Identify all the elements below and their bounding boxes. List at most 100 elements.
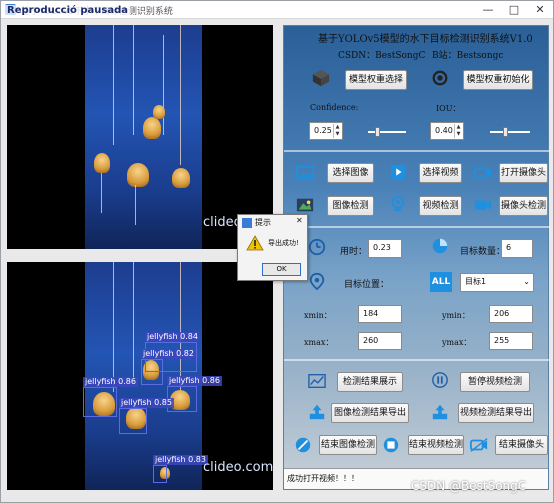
jellyfish-image <box>172 168 190 188</box>
playback-overlay-label: Reproducció pausada <box>5 5 130 16</box>
detection-label: jellyfish 0.83 <box>153 455 208 465</box>
settings-icon <box>432 70 448 86</box>
count-label: 目标数量： <box>460 247 506 257</box>
ymin-label: ymin： <box>442 311 470 320</box>
slider-handle[interactable] <box>374 127 380 137</box>
ymax-label: ymax： <box>442 338 472 347</box>
video-file-icon <box>390 164 406 180</box>
export-image-results-button[interactable]: 图像检测结果导出 <box>331 403 409 423</box>
title-bar[interactable]: 基于YOLOv5下水下目标检测识别系统 — □ ✕ Reproducció pa… <box>1 1 553 19</box>
warning-icon <box>246 235 264 251</box>
maximize-button[interactable]: □ <box>501 1 527 19</box>
xmax-field[interactable]: 260 <box>358 332 402 350</box>
slider-handle[interactable] <box>503 127 508 137</box>
confidence-spinbox[interactable]: 0.25 ▲ ▼ <box>309 122 343 140</box>
target-select[interactable]: 目标1 ⌄ <box>460 273 534 292</box>
camera-detect-button[interactable]: 摄像头检测 <box>499 196 548 216</box>
ok-button[interactable]: OK <box>262 263 301 276</box>
stop-image-icon <box>295 437 311 453</box>
dialog-title: 提示 <box>255 218 271 227</box>
message-dialog: 提示 ✕ 导出成功! OK <box>237 214 308 281</box>
control-panel: 基于YOLOv5模型的水下目标检测识别系统V1.0 CSDN：BestSongC… <box>283 25 550 490</box>
upload-icon <box>432 404 448 420</box>
count-field[interactable]: 6 <box>501 239 533 258</box>
jellyfish-image <box>143 117 161 139</box>
location-pin-icon <box>309 272 325 290</box>
detection-label: jellyfish 0.86 <box>167 376 222 386</box>
end-video-detect-button[interactable]: 结束视频检测 <box>408 435 464 455</box>
all-targets-icon: ALL <box>430 272 452 292</box>
select-video-button[interactable]: 选择视频 <box>419 163 462 183</box>
xmax-label: xmax： <box>304 338 334 347</box>
video-camera-icon <box>474 167 492 179</box>
image-detect-button[interactable]: 图像检测 <box>327 196 374 216</box>
spinner-arrows-icon[interactable]: ▲ ▼ <box>454 124 462 138</box>
csdn-label: CSDN：BestSongC <box>338 51 426 61</box>
select-image-button[interactable]: 选择图像 <box>327 163 374 183</box>
line-chart-icon <box>308 374 326 388</box>
detection-label: jellyfish 0.86 <box>83 377 138 387</box>
clock-icon <box>308 238 326 256</box>
dialog-close-button[interactable]: ✕ <box>296 216 303 225</box>
detection-label: jellyfish 0.82 <box>141 349 196 359</box>
section-divider <box>284 150 550 152</box>
minimize-button[interactable]: — <box>475 1 501 19</box>
source-video-pane: clideo.com <box>7 25 273 249</box>
jellyfish-image <box>153 105 165 119</box>
upload-icon <box>309 404 325 420</box>
iou-slider[interactable] <box>490 127 530 137</box>
csdn-watermark: CSDN @BestSongC <box>411 479 527 493</box>
detection-box <box>119 408 147 434</box>
pie-chart-icon <box>432 238 448 254</box>
detection-label: jellyfish 0.84 <box>145 332 200 342</box>
close-button[interactable]: ✕ <box>527 1 553 19</box>
video-detect-button[interactable]: 视频检测 <box>419 196 462 216</box>
image-icon <box>296 165 314 181</box>
detection-label: jellyfish 0.85 <box>119 398 174 408</box>
detection-box <box>153 465 167 483</box>
video-watermark: clideo.com <box>203 460 273 475</box>
iou-label: IOU： <box>436 104 461 113</box>
cube-icon <box>312 69 330 87</box>
select-weights-button[interactable]: 模型权重选择 <box>345 70 407 90</box>
confidence-label: Confidence: <box>310 103 359 112</box>
open-camera-button[interactable]: 打开摄像头 <box>499 163 548 183</box>
detection-box <box>83 387 117 417</box>
iou-value: 0.40 <box>435 126 453 135</box>
dialog-app-icon <box>242 218 252 228</box>
source-video-frame <box>85 25 202 249</box>
panel-title: 基于YOLOv5模型的水下目标检测识别系统V1.0 <box>318 34 533 45</box>
section-divider <box>284 226 550 228</box>
export-video-results-button[interactable]: 视频检测结果导出 <box>458 403 534 423</box>
init-weights-button[interactable]: 模型权重初始化 <box>463 70 533 90</box>
section-divider <box>284 359 550 361</box>
time-field[interactable]: 0.23 <box>368 239 402 258</box>
ymin-field[interactable]: 206 <box>489 305 533 323</box>
dialog-message: 导出成功! <box>268 239 299 247</box>
chevron-down-icon: ⌄ <box>523 277 530 286</box>
confidence-slider[interactable] <box>368 127 406 137</box>
camera-icon <box>474 200 492 210</box>
show-results-button[interactable]: 检测结果展示 <box>337 372 403 392</box>
position-label: 目标位置： <box>344 280 390 290</box>
app-window: 基于YOLOv5下水下目标检测识别系统 — □ ✕ Reproducció pa… <box>0 0 554 503</box>
spinner-arrows-icon[interactable]: ▲ ▼ <box>333 124 341 138</box>
jellyfish-image <box>127 163 149 187</box>
pause-video-button[interactable]: 暂停视频检测 <box>460 372 530 392</box>
jellyfish-image <box>94 153 110 173</box>
end-image-detect-button[interactable]: 结束图像检测 <box>319 435 377 455</box>
stop-icon <box>383 437 399 453</box>
gallery-icon <box>296 198 314 212</box>
camera-off-icon <box>470 438 488 452</box>
ymax-field[interactable]: 255 <box>489 332 533 350</box>
target-select-value: 目标1 <box>465 277 487 286</box>
time-label: 用时： <box>340 247 368 257</box>
webcam-icon <box>391 195 405 212</box>
bilibili-label: B站：Bestsongc <box>432 51 504 61</box>
xmin-field[interactable]: 184 <box>358 305 402 323</box>
detection-box <box>141 359 163 385</box>
iou-spinbox[interactable]: 0.40 ▲ ▼ <box>430 122 464 140</box>
xmin-label: xmin： <box>304 311 332 320</box>
end-camera-button[interactable]: 结束摄像头 <box>495 435 548 455</box>
detection-video-pane: jellyfish 0.84 jellyfish 0.82 jellyfish … <box>7 262 273 490</box>
